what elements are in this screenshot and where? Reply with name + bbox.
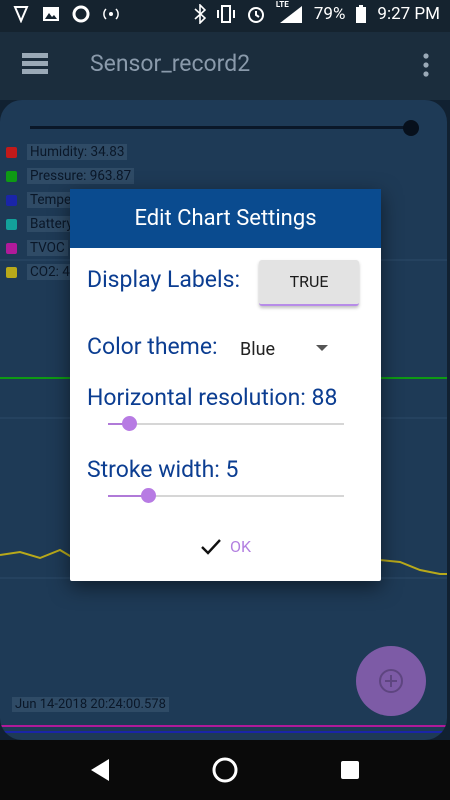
timestamp-label: Jun 14-2018 20:24:00.578: [12, 697, 169, 712]
display-labels-label: Display Labels:: [87, 266, 241, 293]
legend-label: Tempe: [27, 192, 75, 208]
color-theme-label: Color theme:: [87, 333, 218, 360]
circle-icon: [72, 5, 90, 23]
stroke-width-label: Stroke width: 5: [87, 456, 239, 483]
slider-thumb[interactable]: [141, 488, 156, 503]
legend-swatch: [6, 242, 17, 254]
legend-label: TVOC: [27, 240, 68, 256]
vibrate-icon: [216, 5, 235, 23]
legend-label: Humidity: 34.83: [27, 144, 128, 160]
add-fab-button[interactable]: [356, 646, 426, 716]
legend-label: Pressure: 963.87: [27, 168, 135, 184]
bluetooth-icon: [194, 4, 206, 24]
edit-chart-settings-dialog: Edit Chart Settings Display Labels: TRUE…: [70, 189, 381, 581]
clock: 9:27 PM: [377, 4, 440, 24]
color-theme-value[interactable]: Blue: [240, 339, 275, 360]
signal-icon: LTE: [276, 0, 304, 24]
check-icon: [201, 538, 221, 555]
alarm-icon: [247, 7, 264, 23]
dialog-title: Edit Chart Settings: [70, 189, 381, 248]
app-icon: [13, 6, 29, 23]
status-bar: LTE 79% 9:27 PM: [0, 0, 450, 32]
horizontal-resolution-slider[interactable]: [108, 416, 344, 431]
legend-item-humidity: Humidity: 34.83: [6, 140, 134, 164]
horizontal-resolution-label: Horizontal resolution: 88: [87, 384, 338, 411]
battery-icon: [356, 5, 367, 23]
legend-swatch: [6, 266, 17, 278]
ok-label: OK: [230, 537, 252, 556]
legend-label: Battery: [27, 216, 76, 232]
slider-track: [108, 423, 344, 425]
legend-label: CO2: 4: [27, 264, 73, 280]
ok-button[interactable]: OK: [200, 537, 251, 556]
hotspot-icon: [103, 8, 119, 20]
display-labels-toggle-button[interactable]: TRUE: [259, 260, 359, 306]
home-icon[interactable]: [211, 756, 239, 784]
more-vert-icon[interactable]: [422, 52, 430, 78]
legend-swatch: [6, 170, 17, 182]
legend-swatch: [6, 146, 17, 158]
legend-swatch: [6, 194, 17, 206]
image-icon: [43, 7, 59, 21]
stroke-width-slider[interactable]: [108, 488, 344, 503]
menu-icon[interactable]: [22, 53, 48, 75]
app-bar: Sensor_record2: [0, 32, 450, 100]
dropdown-arrow-icon[interactable]: [316, 345, 328, 351]
add-circle-icon: [379, 669, 403, 693]
navigation-bar: [0, 740, 450, 800]
battery-percent: 79%: [313, 4, 346, 24]
legend-swatch: [6, 218, 17, 230]
legend-item-pressure: Pressure: 963.87: [6, 164, 135, 188]
recents-icon[interactable]: [340, 760, 360, 780]
app-title: Sensor_record2: [90, 50, 251, 77]
slider-thumb[interactable]: [122, 416, 137, 431]
back-icon[interactable]: [89, 758, 111, 782]
